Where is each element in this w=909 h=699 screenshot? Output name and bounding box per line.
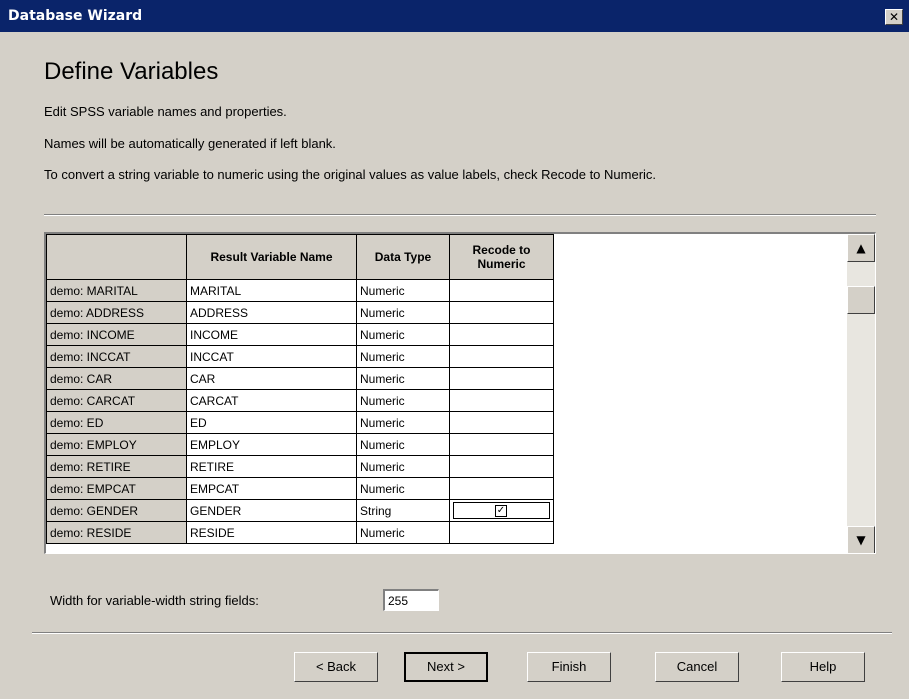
- header-source: [46, 234, 187, 280]
- result-name-cell[interactable]: ED: [186, 411, 357, 434]
- recode-checkbox[interactable]: ✓: [495, 505, 507, 517]
- row-source-label: demo: GENDER: [46, 499, 187, 522]
- recode-cell[interactable]: [449, 345, 554, 368]
- recode-cell[interactable]: [449, 323, 554, 346]
- recode-cell[interactable]: [449, 455, 554, 478]
- table-row: demo: RETIRE RETIRE Numeric: [46, 455, 554, 478]
- table-row: demo: INCOME INCOME Numeric: [46, 323, 554, 346]
- data-type-cell[interactable]: Numeric: [356, 367, 450, 390]
- page-title: Define Variables: [44, 58, 219, 85]
- recode-cell[interactable]: [449, 389, 554, 412]
- data-type-cell[interactable]: Numeric: [356, 477, 450, 500]
- recode-cell[interactable]: [449, 477, 554, 500]
- table-row: demo: ADDRESS ADDRESS Numeric: [46, 301, 554, 324]
- result-name-cell[interactable]: RETIRE: [186, 455, 357, 478]
- table-row: demo: RESIDE RESIDE Numeric: [46, 521, 554, 544]
- row-source-label: demo: RETIRE: [46, 455, 187, 478]
- help-button[interactable]: Help: [781, 652, 865, 682]
- window-title: Database Wizard: [8, 8, 143, 24]
- data-type-cell[interactable]: Numeric: [356, 521, 450, 544]
- cancel-button[interactable]: Cancel: [655, 652, 739, 682]
- row-source-label: demo: ADDRESS: [46, 301, 187, 324]
- result-name-cell[interactable]: INCOME: [186, 323, 357, 346]
- data-type-cell[interactable]: Numeric: [356, 411, 450, 434]
- data-type-cell[interactable]: Numeric: [356, 323, 450, 346]
- table-row: demo: EMPLOY EMPLOY Numeric: [46, 433, 554, 456]
- header-result-variable-name[interactable]: Result Variable Name: [186, 234, 357, 280]
- separator: [44, 214, 876, 216]
- table-row: demo: MARITAL MARITAL Numeric: [46, 279, 554, 302]
- result-name-cell[interactable]: CARCAT: [186, 389, 357, 412]
- result-name-cell[interactable]: RESIDE: [186, 521, 357, 544]
- row-source-label: demo: RESIDE: [46, 521, 187, 544]
- vertical-scrollbar[interactable]: ▲ ▼: [847, 234, 875, 553]
- data-type-cell[interactable]: Numeric: [356, 301, 450, 324]
- instruction-line-1: Edit SPSS variable names and properties.: [44, 104, 287, 119]
- recode-cell[interactable]: [449, 301, 554, 324]
- recode-cell[interactable]: [449, 433, 554, 456]
- row-source-label: demo: EMPCAT: [46, 477, 187, 500]
- table-row: demo: EMPCAT EMPCAT Numeric: [46, 477, 554, 500]
- close-button[interactable]: ✕: [885, 9, 903, 25]
- data-type-cell[interactable]: Numeric: [356, 433, 450, 456]
- width-field-label: Width for variable-width string fields:: [50, 593, 259, 608]
- result-name-cell[interactable]: GENDER: [186, 499, 357, 522]
- recode-cell-focus: ✓: [453, 502, 550, 519]
- result-name-cell[interactable]: EMPCAT: [186, 477, 357, 500]
- row-source-label: demo: ED: [46, 411, 187, 434]
- result-name-cell[interactable]: MARITAL: [186, 279, 357, 302]
- recode-cell[interactable]: [449, 521, 554, 544]
- row-source-label: demo: CARCAT: [46, 389, 187, 412]
- result-name-cell[interactable]: INCCAT: [186, 345, 357, 368]
- row-source-label: demo: EMPLOY: [46, 433, 187, 456]
- title-bar: Database Wizard ✕: [0, 0, 909, 32]
- instruction-line-3: To convert a string variable to numeric …: [44, 167, 657, 182]
- row-source-label: demo: CAR: [46, 367, 187, 390]
- table-row: demo: CARCAT CARCAT Numeric: [46, 389, 554, 412]
- header-recode-to-numeric[interactable]: Recode to Numeric: [449, 234, 554, 280]
- table-row: demo: INCCAT INCCAT Numeric: [46, 345, 554, 368]
- recode-cell[interactable]: [449, 367, 554, 390]
- width-input[interactable]: 255: [383, 589, 439, 611]
- data-type-cell[interactable]: Numeric: [356, 345, 450, 368]
- back-button[interactable]: < Back: [294, 652, 378, 682]
- row-source-label: demo: MARITAL: [46, 279, 187, 302]
- variables-grid[interactable]: Result Variable Name Data Type Recode to…: [44, 232, 876, 554]
- separator-bottom: [32, 632, 892, 634]
- table-header-row: Result Variable Name Data Type Recode to…: [46, 234, 554, 280]
- result-name-cell[interactable]: ADDRESS: [186, 301, 357, 324]
- recode-cell[interactable]: [449, 411, 554, 434]
- result-name-cell[interactable]: CAR: [186, 367, 357, 390]
- data-type-cell[interactable]: String: [356, 499, 450, 522]
- variables-table: Result Variable Name Data Type Recode to…: [46, 234, 554, 544]
- data-type-cell[interactable]: Numeric: [356, 279, 450, 302]
- finish-button[interactable]: Finish: [527, 652, 611, 682]
- recode-cell[interactable]: [449, 279, 554, 302]
- next-button[interactable]: Next >: [404, 652, 488, 682]
- scroll-thumb[interactable]: [847, 286, 875, 314]
- header-data-type[interactable]: Data Type: [356, 234, 450, 280]
- row-source-label: demo: INCOME: [46, 323, 187, 346]
- instruction-line-2: Names will be automatically generated if…: [44, 136, 336, 151]
- data-type-cell[interactable]: Numeric: [356, 389, 450, 412]
- table-row: demo: CAR CAR Numeric: [46, 367, 554, 390]
- table-row: demo: ED ED Numeric: [46, 411, 554, 434]
- scroll-up-icon[interactable]: ▲: [847, 234, 875, 262]
- recode-cell[interactable]: ✓: [449, 499, 554, 522]
- result-name-cell[interactable]: EMPLOY: [186, 433, 357, 456]
- row-source-label: demo: INCCAT: [46, 345, 187, 368]
- scroll-down-icon[interactable]: ▼: [847, 526, 875, 553]
- data-type-cell[interactable]: Numeric: [356, 455, 450, 478]
- table-row: demo: GENDER GENDER String ✓: [46, 499, 554, 522]
